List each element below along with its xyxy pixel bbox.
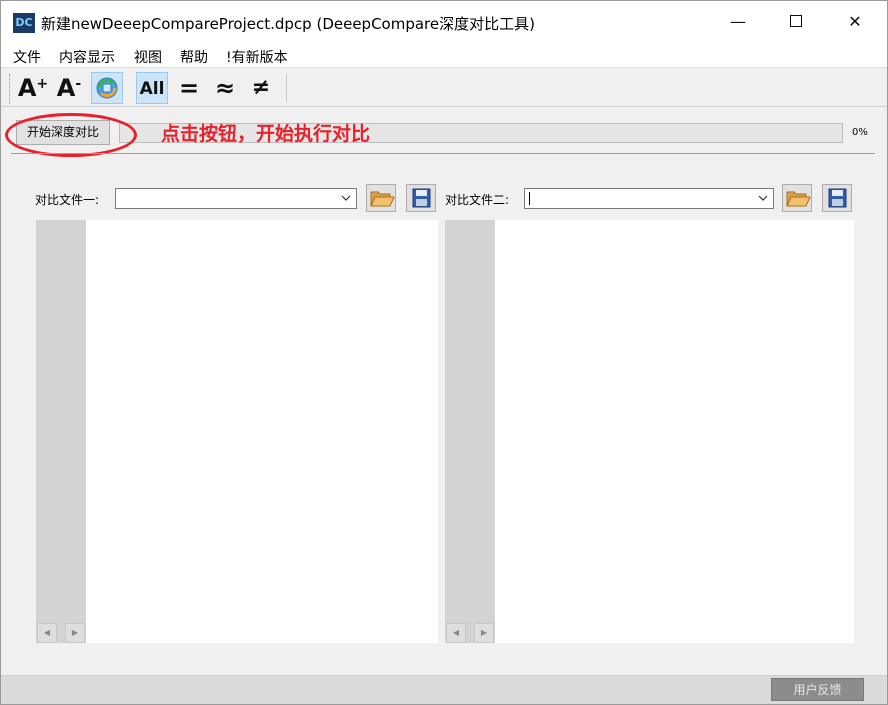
left-scroll-right-button[interactable]: ▶ — [65, 623, 85, 643]
menu-view[interactable]: 视图 — [134, 47, 162, 67]
progress-percent: 0% — [852, 127, 868, 138]
show-different-button[interactable]: ≠ — [245, 72, 277, 104]
menu-file[interactable]: 文件 — [13, 47, 41, 67]
minimize-button[interactable]: — — [709, 1, 767, 43]
maximize-icon — [790, 15, 802, 27]
menu-help[interactable]: 帮助 — [180, 47, 208, 67]
app-logo-icon: DC — [13, 13, 35, 33]
save-icon — [412, 188, 431, 208]
status-bar: 用户反馈 — [1, 675, 887, 704]
file1-save-button[interactable] — [406, 184, 436, 212]
sync-scroll-button[interactable] — [91, 72, 123, 104]
minus-icon: - — [75, 76, 82, 92]
font-increase-button[interactable]: A+ — [17, 72, 49, 104]
close-button[interactable]: ✕ — [826, 1, 884, 43]
file1-open-button[interactable] — [366, 184, 396, 212]
chevron-down-icon[interactable] — [341, 191, 351, 208]
menu-new-version[interactable]: !有新版本 — [226, 47, 288, 67]
text-cursor — [529, 192, 530, 205]
right-line-number-gutter — [445, 220, 495, 643]
plus-icon: + — [36, 76, 49, 92]
user-feedback-button[interactable]: 用户反馈 — [771, 678, 864, 701]
window-title: 新建newDeeepCompareProject.dpcp (DeeepComp… — [41, 15, 535, 33]
toolbar: A+ A- All = ≈ ≠ — [1, 67, 887, 107]
app-window: DC 新建newDeeepCompareProject.dpcp (DeeepC… — [0, 0, 888, 705]
toolbar-separator — [286, 74, 287, 102]
instruction-annotation: 点击按钮，开始执行对比 — [161, 123, 371, 145]
sync-icon — [96, 77, 118, 99]
maximize-button[interactable] — [767, 1, 825, 43]
font-increase-icon: A — [17, 74, 37, 102]
file2-save-button[interactable] — [822, 184, 852, 212]
show-similar-button[interactable]: ≈ — [209, 72, 241, 104]
file1-combobox[interactable] — [115, 188, 357, 209]
folder-open-icon — [786, 191, 811, 207]
right-scroll-right-button[interactable]: ▶ — [474, 623, 494, 643]
highlight-circle — [5, 113, 137, 157]
toolbar-grip[interactable] — [9, 74, 13, 104]
right-compare-pane[interactable] — [445, 220, 854, 643]
file2-open-button[interactable] — [782, 184, 812, 212]
left-compare-pane[interactable] — [36, 220, 438, 643]
title-bar: DC 新建newDeeepCompareProject.dpcp (DeeepC… — [1, 1, 887, 43]
menu-bar: 文件 内容显示 视图 帮助 !有新版本 — [1, 43, 887, 67]
show-all-button[interactable]: All — [136, 72, 168, 104]
left-line-number-gutter — [36, 220, 86, 643]
divider-line — [11, 153, 875, 154]
font-decrease-button[interactable]: A- — [53, 72, 85, 104]
left-scroll-left-button[interactable]: ◀ — [37, 623, 57, 643]
folder-open-icon — [370, 191, 395, 207]
file2-combobox[interactable] — [524, 188, 774, 209]
show-equal-button[interactable]: = — [173, 72, 205, 104]
file1-label: 对比文件一: — [35, 193, 100, 207]
right-scroll-left-button[interactable]: ◀ — [446, 623, 466, 643]
chevron-down-icon[interactable] — [758, 191, 768, 208]
font-decrease-icon: A — [56, 74, 76, 102]
menu-content-display[interactable]: 内容显示 — [59, 47, 115, 67]
save-icon — [828, 188, 847, 208]
file2-label: 对比文件二: — [445, 193, 510, 207]
